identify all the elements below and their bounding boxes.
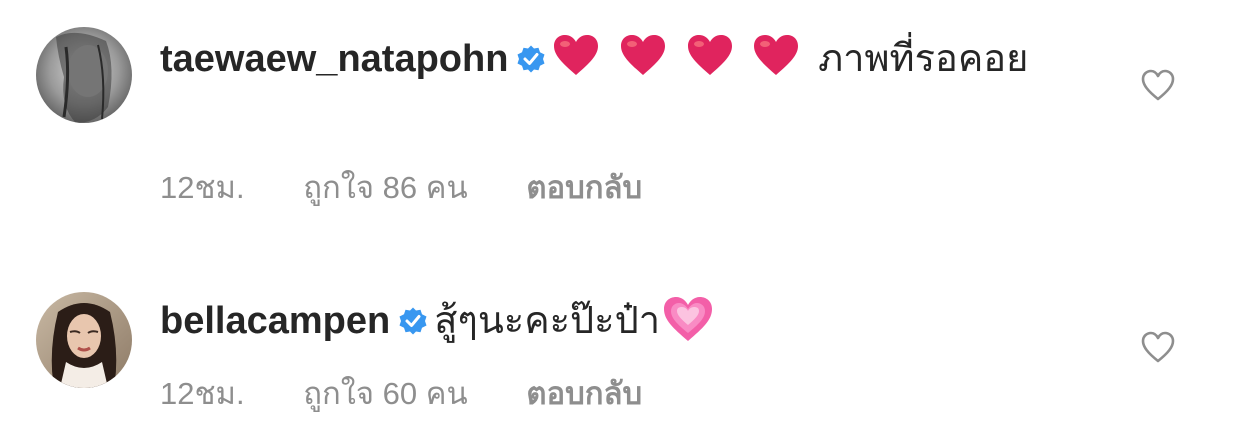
red-heart-icon [554, 35, 599, 75]
timestamp: 12ชม. [160, 376, 245, 411]
red-heart-icon [754, 35, 799, 75]
red-heart-icon [687, 35, 732, 75]
red-heart-icon [620, 35, 665, 75]
comment-message: สู้ๆนะคะป๊ะป๋า [434, 300, 661, 342]
comment-text: taewaew_natapohn ภาพที่รอคอย [160, 30, 1060, 94]
comment-meta: 12ชม. ถูกใจ 60 คน ตอบกลับ [160, 368, 692, 418]
like-heart-icon[interactable] [1140, 330, 1176, 364]
comment-1: taewaew_natapohn ภาพที่รอคอย 12ชม. ถูกใจ… [0, 0, 1242, 230]
avatar[interactable] [36, 27, 132, 123]
verified-badge-icon [399, 307, 427, 335]
comment-meta: 12ชม. ถูกใจ 86 คน ตอบกลับ [160, 162, 692, 212]
username[interactable]: bellacampen [160, 300, 390, 342]
emoji-group [552, 33, 808, 94]
like-count[interactable]: ถูกใจ 60 คน [303, 376, 467, 411]
growing-heart-icon [664, 297, 713, 341]
username[interactable]: taewaew_natapohn [160, 38, 508, 80]
reply-button[interactable]: ตอบกลับ [526, 170, 642, 205]
comment-2: bellacampen สู้ๆนะคะป๊ะป๋า 12ชม. ถูกใจ 6… [0, 270, 1242, 442]
avatar-image [36, 27, 132, 123]
comment-text: bellacampen สู้ๆนะคะป๊ะป๋า [160, 292, 1060, 350]
reply-button[interactable]: ตอบกลับ [526, 376, 642, 411]
like-heart-icon[interactable] [1140, 68, 1176, 102]
like-count[interactable]: ถูกใจ 86 คน [303, 170, 467, 205]
avatar-image [36, 292, 132, 388]
avatar[interactable] [36, 292, 132, 388]
comment-message: ภาพที่รอคอย [818, 38, 1029, 80]
verified-badge-icon [517, 45, 545, 73]
timestamp: 12ชม. [160, 170, 245, 205]
